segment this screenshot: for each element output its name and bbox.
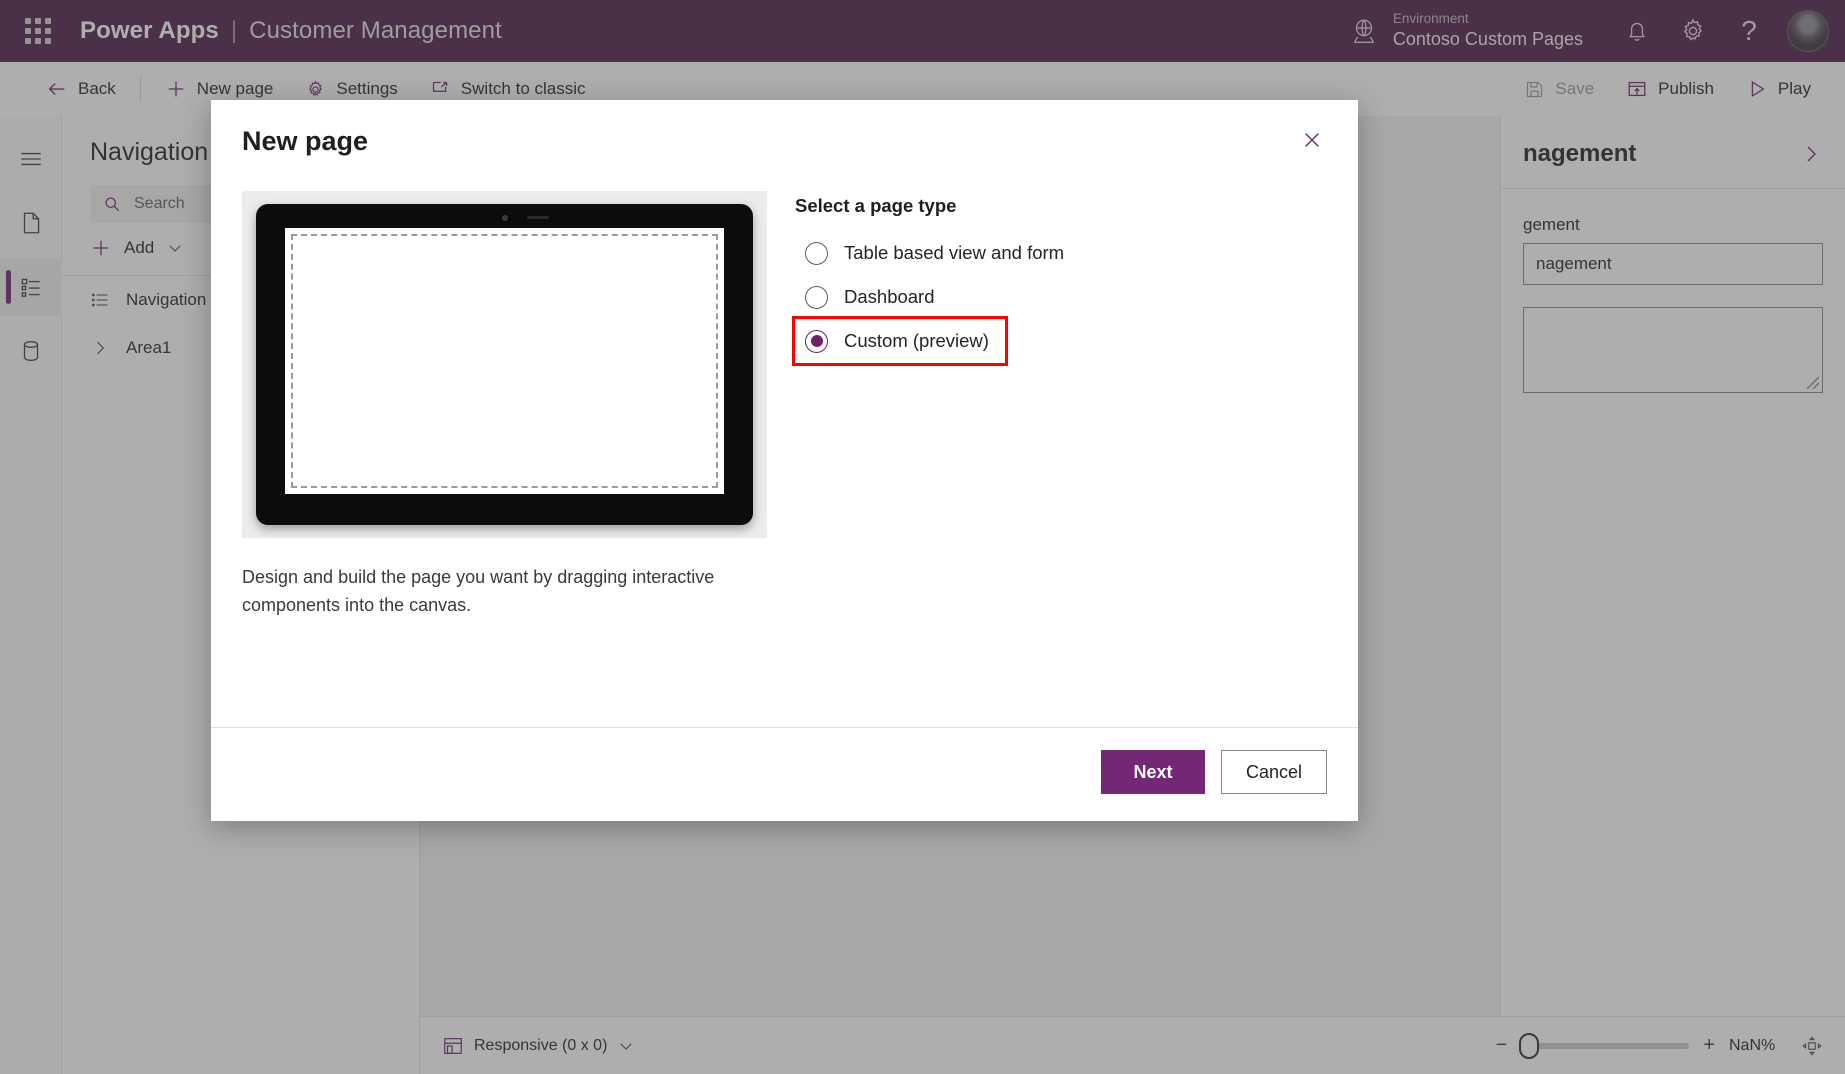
- page-type-column: Select a page type Table based view and …: [792, 191, 1327, 727]
- radio-label: Table based view and form: [844, 242, 1065, 263]
- radio-button[interactable]: [805, 329, 828, 353]
- new-page-dialog: New page Design and build the page you w…: [211, 100, 1358, 821]
- preview-column: Design and build the page you want by dr…: [242, 191, 767, 727]
- radio-button[interactable]: [805, 285, 828, 309]
- preview-description: Design and build the page you want by dr…: [242, 567, 715, 615]
- cancel-button[interactable]: Cancel: [1220, 750, 1327, 794]
- device-screen: [285, 228, 724, 494]
- radio-option-custom-preview[interactable]: Custom (preview): [792, 316, 1008, 366]
- dashed-canvas-outline: [291, 234, 718, 488]
- close-icon: [1301, 129, 1323, 151]
- dialog-body: Design and build the page you want by dr…: [211, 157, 1358, 727]
- dialog-footer: Next Cancel: [211, 727, 1358, 821]
- dialog-header: New page: [211, 100, 1358, 157]
- radio-button[interactable]: [805, 241, 828, 265]
- radio-option-table-based-view-and-form[interactable]: Table based view and form: [795, 231, 1080, 275]
- radio-option-dashboard[interactable]: Dashboard: [795, 275, 951, 319]
- page-type-heading: Select a page type: [795, 195, 957, 216]
- radio-label: Dashboard: [844, 286, 935, 307]
- tablet-device-preview: [256, 204, 753, 525]
- close-button[interactable]: [1292, 120, 1332, 160]
- radio-label: Custom (preview): [844, 330, 989, 351]
- next-button[interactable]: Next: [1100, 750, 1205, 794]
- dialog-title: New page: [242, 126, 369, 156]
- page-type-preview: [242, 191, 767, 538]
